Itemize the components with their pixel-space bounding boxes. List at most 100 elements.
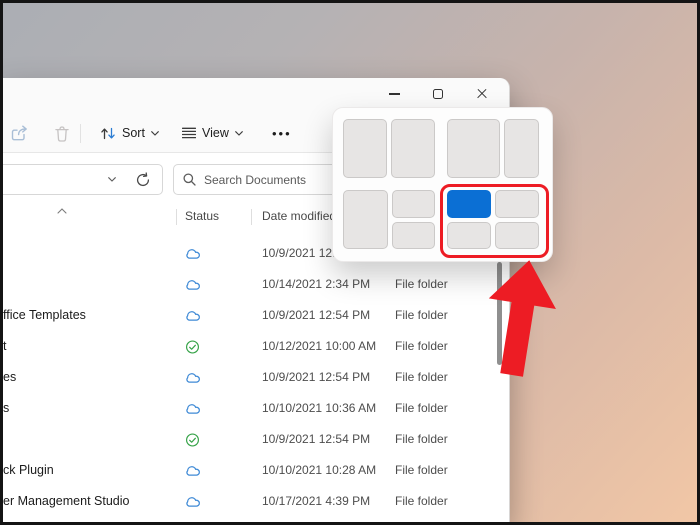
snap-zone-tile-selected: [447, 190, 491, 218]
column-header-status[interactable]: Status: [185, 209, 219, 223]
status-icon-slot: [185, 463, 201, 476]
trash-icon: [54, 125, 70, 142]
type-cell: File folder: [395, 308, 448, 322]
date-modified-cell: 10/9/2021 12:54 PM: [262, 308, 370, 322]
share-button[interactable]: [4, 118, 35, 148]
view-button[interactable]: View: [176, 118, 249, 148]
view-list-icon: [182, 127, 196, 139]
date-modified-cell: 10/10/2021 10:28 AM: [262, 463, 376, 477]
snap-zone-tile: [391, 119, 435, 178]
snap-layouts-popup: [332, 107, 553, 262]
chevron-down-icon: [151, 131, 159, 136]
minimize-icon: [389, 93, 400, 94]
snap-zone-tile: [495, 222, 539, 250]
ellipsis-icon: •••: [272, 126, 292, 141]
check-status-icon: [185, 432, 200, 447]
file-row[interactable]: t 10/12/2021 10:00 AM File folder: [0, 330, 509, 361]
type-cell: File folder: [395, 463, 448, 477]
snap-zone-tile: [504, 119, 539, 178]
column-divider[interactable]: [251, 209, 252, 225]
chevron-down-icon: [235, 131, 243, 136]
close-icon: [476, 88, 488, 100]
cloud-status-icon: [185, 402, 201, 414]
snap-layout-left-half-right-stack[interactable]: [343, 190, 435, 249]
date-modified-cell: 10/9/2021 12:5: [262, 246, 342, 260]
snap-zone-tile: [447, 119, 500, 178]
share-icon: [10, 125, 29, 142]
file-name: ck Plugin: [3, 463, 54, 477]
file-name: t: [3, 339, 6, 353]
status-icon-slot: [185, 246, 201, 259]
toolbar-divider: [80, 124, 81, 143]
status-icon-slot: [185, 432, 201, 445]
delete-button[interactable]: [48, 118, 76, 148]
snap-zone-stack: [392, 190, 435, 249]
type-cell: File folder: [395, 339, 448, 353]
check-status-icon: [185, 339, 200, 354]
date-modified-cell: 10/9/2021 12:54 PM: [262, 432, 370, 446]
search-icon: [183, 173, 196, 186]
snap-zone-tile: [392, 190, 435, 218]
file-row[interactable]: ffice Templates 10/9/2021 12:54 PM File …: [0, 299, 509, 330]
status-icon-slot: [185, 277, 201, 290]
file-name: s: [3, 401, 9, 415]
snap-zone-tile: [343, 119, 387, 178]
file-list-body: 10/9/2021 12:5 10/14/2021 2:34 PM File f…: [0, 237, 509, 516]
snap-zone-tile: [447, 222, 491, 250]
snap-zone-tile: [392, 222, 435, 250]
date-modified-cell: 10/12/2021 10:00 AM: [262, 339, 376, 353]
cloud-status-icon: [185, 278, 201, 290]
column-divider[interactable]: [176, 209, 177, 225]
snap-layout-quad-grid[interactable]: [447, 190, 539, 249]
close-button[interactable]: [467, 82, 497, 106]
type-cell: File folder: [395, 370, 448, 384]
address-dropdown-icon[interactable]: [108, 177, 116, 182]
date-modified-cell: 10/10/2021 10:36 AM: [262, 401, 376, 415]
search-box[interactable]: [173, 164, 345, 195]
snap-zone-tile: [495, 190, 539, 218]
minimize-button[interactable]: [379, 82, 409, 106]
status-icon-slot: [185, 308, 201, 321]
sort-icon: [100, 126, 116, 141]
type-cell: File folder: [395, 432, 448, 446]
sort-ascending-icon: [57, 208, 67, 214]
file-name: ffice Templates: [3, 308, 86, 322]
snap-layout-two-columns-wide-left[interactable]: [447, 119, 539, 178]
search-input[interactable]: [204, 173, 324, 187]
snap-layout-two-columns[interactable]: [343, 119, 435, 178]
cloud-status-icon: [185, 247, 201, 259]
file-name: er Management Studio: [3, 494, 129, 508]
cloud-status-icon: [185, 464, 201, 476]
maximize-button[interactable]: [423, 82, 453, 106]
type-cell: File folder: [395, 401, 448, 415]
maximize-icon: [433, 89, 443, 99]
sort-button[interactable]: Sort: [94, 118, 165, 148]
column-header-date-modified[interactable]: Date modified: [262, 209, 336, 223]
cloud-status-icon: [185, 495, 201, 507]
status-icon-slot: [185, 401, 201, 414]
file-row[interactable]: es 10/9/2021 12:54 PM File folder: [0, 361, 509, 392]
cloud-status-icon: [185, 371, 201, 383]
more-options-button[interactable]: •••: [266, 118, 298, 148]
date-modified-cell: 10/17/2021 4:39 PM: [262, 494, 370, 508]
address-bar[interactable]: [0, 164, 163, 195]
file-row[interactable]: 10/14/2021 2:34 PM File folder: [0, 268, 509, 299]
desktop: Sort View •••: [0, 0, 700, 525]
file-row[interactable]: ck Plugin 10/10/2021 10:28 AM File folde…: [0, 454, 509, 485]
file-row[interactable]: 10/9/2021 12:54 PM File folder: [0, 423, 509, 454]
status-icon-slot: [185, 339, 201, 352]
cloud-status-icon: [185, 309, 201, 321]
refresh-icon[interactable]: [135, 172, 151, 188]
type-cell: File folder: [395, 277, 448, 291]
type-cell: File folder: [395, 494, 448, 508]
date-modified-cell: 10/9/2021 12:54 PM: [262, 370, 370, 384]
view-label: View: [202, 126, 229, 140]
date-modified-cell: 10/14/2021 2:34 PM: [262, 277, 370, 291]
file-name: es: [3, 370, 16, 384]
status-icon-slot: [185, 494, 201, 507]
snap-zone-tile: [343, 190, 388, 249]
file-row[interactable]: er Management Studio 10/17/2021 4:39 PM …: [0, 485, 509, 516]
file-row[interactable]: s 10/10/2021 10:36 AM File folder: [0, 392, 509, 423]
sort-label: Sort: [122, 126, 145, 140]
status-icon-slot: [185, 370, 201, 383]
